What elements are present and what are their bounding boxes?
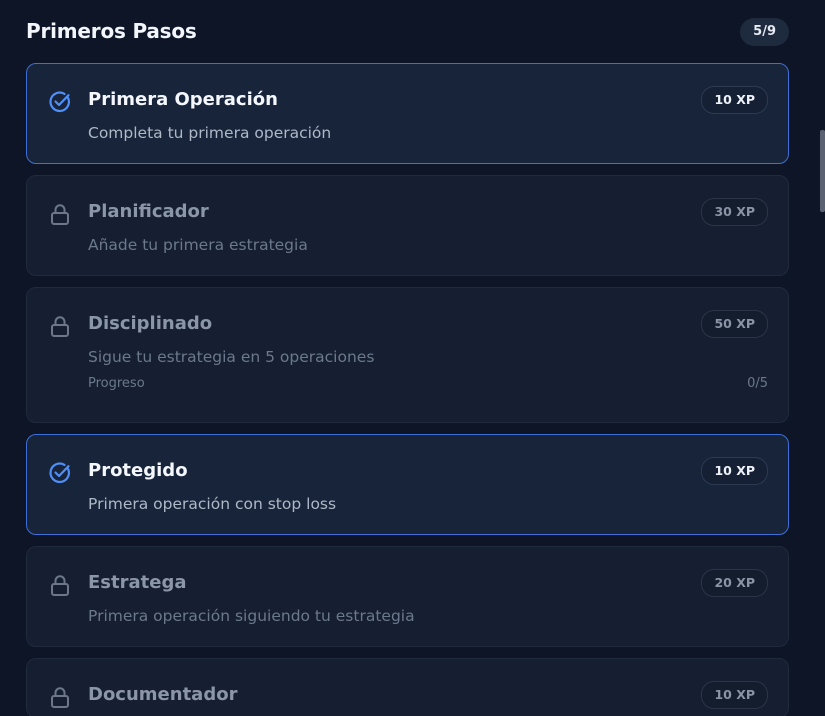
progress-value: 0/5 (747, 376, 768, 391)
achievement-card-planificador[interactable]: Planificador Añade tu primera estrategia… (26, 175, 789, 276)
achievements-panel: Primeros Pasos 5/9 Primera Operación Com… (0, 0, 825, 716)
achievement-title: Disciplinado (88, 313, 213, 334)
check-circle-icon (48, 90, 72, 114)
achievement-description: Sigue tu estrategia en 5 operaciones (88, 348, 375, 366)
achievement-title: Protegido (88, 460, 188, 481)
xp-badge: 20 XP (701, 569, 768, 597)
achievement-card-protegido[interactable]: Protegido Primera operación con stop los… (26, 434, 789, 535)
xp-badge: 10 XP (701, 457, 768, 485)
panel-title: Primeros Pasos (26, 19, 197, 43)
achievement-title: Planificador (88, 201, 209, 222)
lock-icon (48, 573, 72, 597)
xp-badge: 50 XP (701, 310, 768, 338)
check-circle-icon (48, 461, 72, 485)
achievement-description: Primera operación con stop loss (88, 495, 337, 513)
achievement-description: Primera operación siguiendo tu estrategi… (88, 607, 415, 625)
achievement-description: Completa tu primera operación (88, 124, 332, 142)
lock-icon (48, 314, 72, 338)
progress-label: Progreso (88, 376, 145, 391)
achievement-title: Primera Operación (88, 89, 278, 110)
achievement-card-documentador[interactable]: Documentador 10 XP (26, 658, 789, 716)
lock-icon (48, 685, 72, 709)
achievement-description: Añade tu primera estrategia (88, 236, 308, 254)
progress-count-badge: 5/9 (740, 18, 789, 46)
xp-badge: 10 XP (701, 681, 768, 709)
achievement-card-disciplinado[interactable]: Disciplinado Sigue tu estrategia en 5 op… (26, 287, 789, 423)
xp-badge: 30 XP (701, 198, 768, 226)
xp-badge: 10 XP (701, 86, 768, 114)
achievement-list: Primera Operación Completa tu primera op… (26, 63, 789, 716)
achievement-title: Documentador (88, 684, 238, 705)
scrollbar-thumb[interactable] (820, 130, 825, 212)
achievement-card-primera-operacion[interactable]: Primera Operación Completa tu primera op… (26, 63, 789, 164)
achievement-title: Estratega (88, 572, 187, 593)
panel-header: Primeros Pasos 5/9 (26, 16, 789, 48)
achievement-card-estratega[interactable]: Estratega Primera operación siguiendo tu… (26, 546, 789, 647)
lock-icon (48, 202, 72, 226)
